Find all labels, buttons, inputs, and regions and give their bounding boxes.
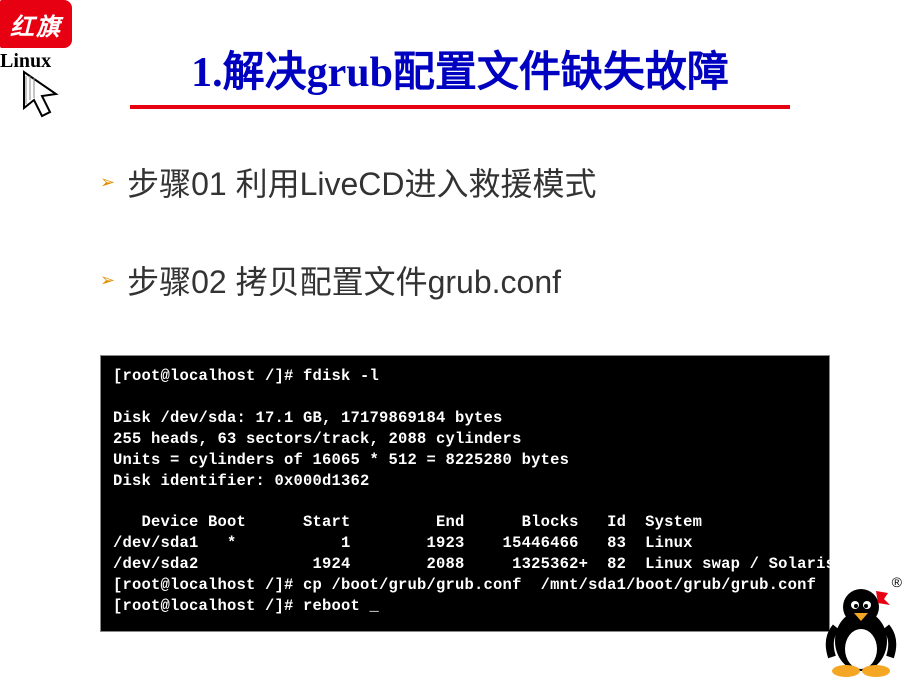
chevron-right-icon: ➢ [100,270,115,291]
title-section: 1.解决grub配置文件缺失故障 [0,0,920,109]
chevron-right-icon: ➢ [100,172,115,193]
slide-title: 1.解决grub配置文件缺失故障 [191,38,729,99]
bullet-text: 步骤01 利用LiveCD进入救援模式 [127,159,596,205]
bullet-item: ➢ 步骤01 利用LiveCD进入救援模式 [100,159,840,205]
logo-flag-text: 红旗 [0,0,72,48]
content-area: ➢ 步骤01 利用LiveCD进入救援模式 ➢ 步骤02 拷贝配置文件grub.… [0,109,920,303]
bullet-text: 步骤02 拷贝配置文件grub.conf [127,257,561,303]
tux-penguin-icon [816,579,906,684]
bullet-item: ➢ 步骤02 拷贝配置文件grub.conf [100,257,840,303]
cursor-icon [20,70,70,133]
terminal-screenshot: [root@localhost /]# fdisk -l Disk /dev/s… [100,355,830,632]
